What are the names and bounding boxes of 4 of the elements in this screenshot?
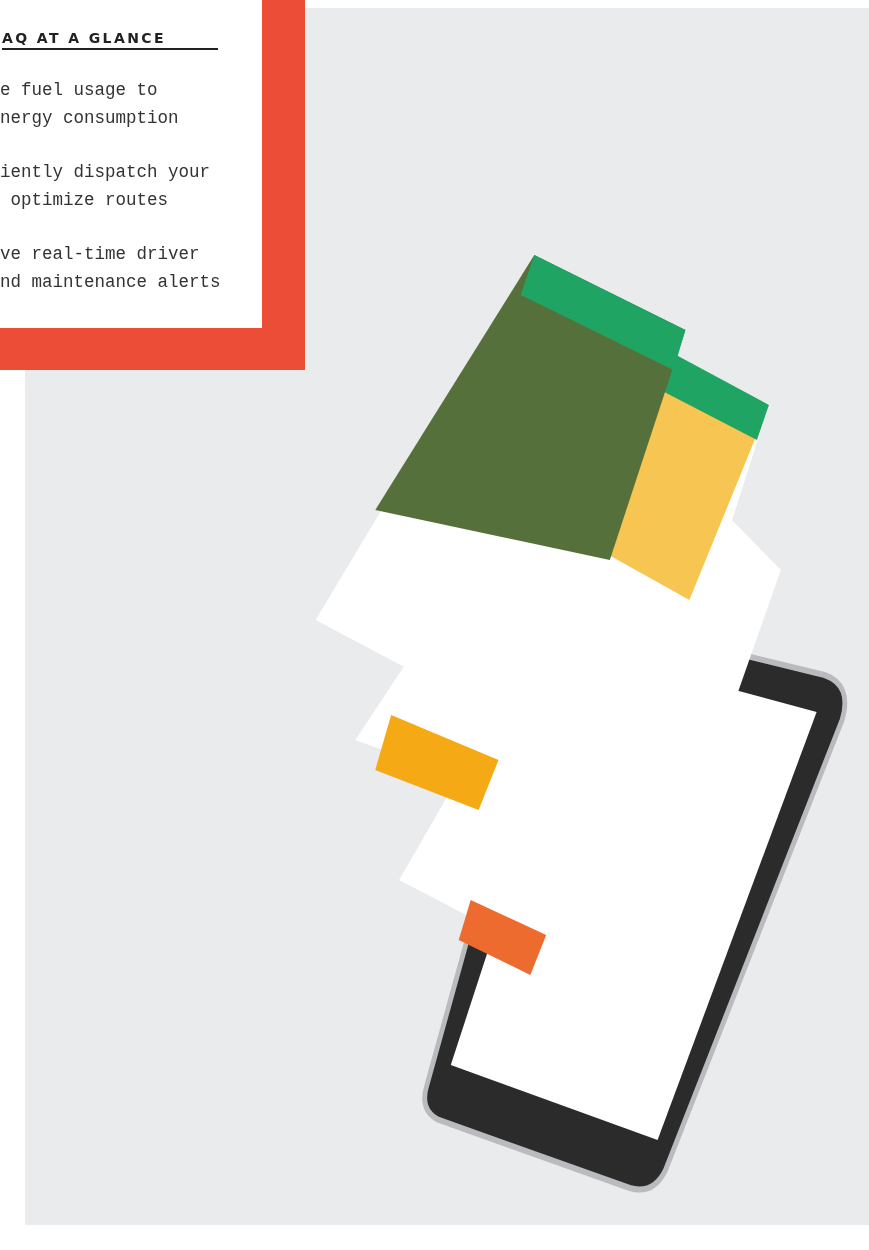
feature-text: ve real-time driver nd maintenance alerts — [0, 243, 222, 294]
card-heading: AQ AT A GLANCE — [2, 30, 218, 50]
feature-text: iently dispatch your optimize routes — [0, 161, 212, 212]
feature-text: e fuel usage to nergy consumption — [0, 79, 180, 130]
